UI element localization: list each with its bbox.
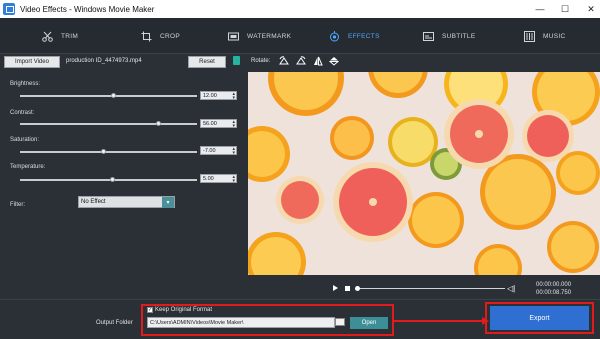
temperature-label: Temperature: — [10, 164, 46, 170]
temperature-value: 5.00 — [203, 175, 214, 182]
flip-vertical-icon[interactable] — [329, 56, 339, 66]
citrus-video-frame — [248, 72, 600, 275]
subtitle-icon — [423, 31, 434, 42]
minimize-icon: — — [535, 4, 545, 14]
export-button[interactable]: Export — [490, 306, 589, 330]
tab-bar: TRIM CROP WATERMARK EFFECTS SUBTITLE MUS… — [0, 18, 600, 54]
spinner-arrows-icon[interactable]: ▴ ▾ — [232, 92, 235, 101]
saturation-slider-thumb[interactable] — [100, 149, 106, 154]
open-button[interactable]: Open — [350, 317, 388, 329]
crop-icon — [141, 31, 152, 42]
app-icon — [3, 3, 15, 15]
rotate-right-icon[interactable] — [296, 56, 306, 66]
tab-label: CROP — [160, 32, 180, 40]
trash-icon[interactable] — [233, 56, 240, 65]
filter-label: Filter: — [10, 202, 25, 208]
tab-label: WATERMARK — [247, 32, 292, 40]
tab-subtitle[interactable]: SUBTITLE — [423, 18, 475, 54]
playback-progress[interactable] — [355, 286, 505, 291]
contrast-slider-thumb[interactable] — [155, 121, 161, 126]
video-preview[interactable] — [248, 72, 600, 275]
temperature-slider-thumb[interactable] — [109, 177, 115, 182]
saturation-spinbox[interactable]: -7.00 ▴ ▾ — [200, 146, 237, 156]
tab-effects[interactable]: EFFECTS — [329, 18, 380, 54]
progress-knob[interactable] — [355, 286, 360, 291]
total-time: 00:00:08.750 — [536, 290, 572, 296]
filter-value: No Effect — [81, 199, 106, 205]
contrast-label: Contrast: — [10, 110, 35, 116]
keep-format-label: Keep Original Format — [155, 307, 213, 313]
contrast-slider[interactable] — [20, 121, 197, 126]
brightness-value: 12.00 — [203, 92, 217, 99]
flip-horizontal-icon[interactable] — [313, 56, 323, 66]
spinner-arrows-icon[interactable]: ▴ ▾ — [232, 175, 235, 184]
output-folder-label: Output Folder — [96, 320, 133, 326]
chevron-down-icon[interactable]: ▾ — [162, 197, 174, 208]
play-icon[interactable] — [333, 285, 338, 291]
tab-music[interactable]: MUSIC — [524, 18, 565, 54]
contrast-value: 56.00 — [203, 120, 217, 127]
saturation-value: -7.00 — [203, 147, 216, 154]
spinner-arrows-icon[interactable]: ▴ ▾ — [232, 147, 235, 156]
arrow-annotation — [394, 320, 484, 322]
output-path-field[interactable]: C:\Users\ADMIN\Videos\Movie Maker\ — [147, 317, 335, 328]
scissors-icon — [42, 31, 53, 42]
watermark-icon — [228, 31, 239, 42]
current-time: 00:00:00.000 — [536, 282, 572, 288]
file-name: production ID_4474973.mp4 — [66, 58, 142, 64]
contrast-spinbox[interactable]: 56.00 ▴ ▾ — [200, 119, 237, 129]
temperature-slider[interactable] — [20, 177, 197, 182]
adjustments-panel — [0, 72, 246, 299]
tab-watermark[interactable]: WATERMARK — [228, 18, 291, 54]
folder-icon[interactable] — [335, 318, 345, 326]
temperature-spinbox[interactable]: 5.00 ▴ ▾ — [200, 174, 237, 184]
tab-label: SUBTITLE — [442, 32, 476, 40]
close-icon: ✕ — [587, 3, 595, 14]
import-video-button[interactable]: Import Video — [4, 56, 60, 68]
title-bar: Video Effects - Windows Movie Maker — ☐ … — [0, 0, 600, 18]
rotate-label: Rotate: — [251, 58, 271, 64]
spinner-arrows-icon[interactable]: ▴ ▾ — [232, 120, 235, 129]
reset-button[interactable]: Reset — [188, 56, 226, 68]
brightness-slider[interactable] — [20, 93, 197, 98]
checkbox-icon[interactable]: ✓ — [147, 307, 153, 313]
maximize-button[interactable]: ☐ — [552, 0, 578, 18]
music-icon — [524, 30, 535, 42]
output-path-value: C:\Users\ADMIN\Videos\Movie Maker\ — [150, 319, 244, 326]
minimize-button[interactable]: — — [527, 0, 553, 18]
effects-icon — [329, 30, 340, 42]
tab-crop[interactable]: CROP — [141, 18, 180, 54]
window-title: Video Effects - Windows Movie Maker — [20, 4, 155, 14]
brightness-spinbox[interactable]: 12.00 ▴ ▾ — [200, 91, 237, 101]
filter-select[interactable]: No Effect ▾ — [78, 196, 175, 208]
stop-icon[interactable] — [345, 286, 350, 291]
close-button[interactable]: ✕ — [578, 0, 600, 18]
saturation-slider[interactable] — [20, 149, 197, 154]
volume-icon[interactable]: ◁| — [507, 284, 515, 293]
maximize-icon: ☐ — [560, 3, 570, 14]
keep-format-checkbox[interactable]: ✓ Keep Original Format — [147, 307, 212, 313]
tab-trim[interactable]: TRIM — [42, 18, 78, 54]
tab-label: TRIM — [61, 32, 79, 40]
brightness-label: Brightness: — [10, 81, 41, 87]
tab-label: MUSIC — [543, 32, 566, 40]
rotate-left-icon[interactable] — [279, 56, 289, 66]
saturation-label: Saturation: — [10, 137, 40, 143]
tab-label: EFFECTS — [348, 32, 380, 40]
